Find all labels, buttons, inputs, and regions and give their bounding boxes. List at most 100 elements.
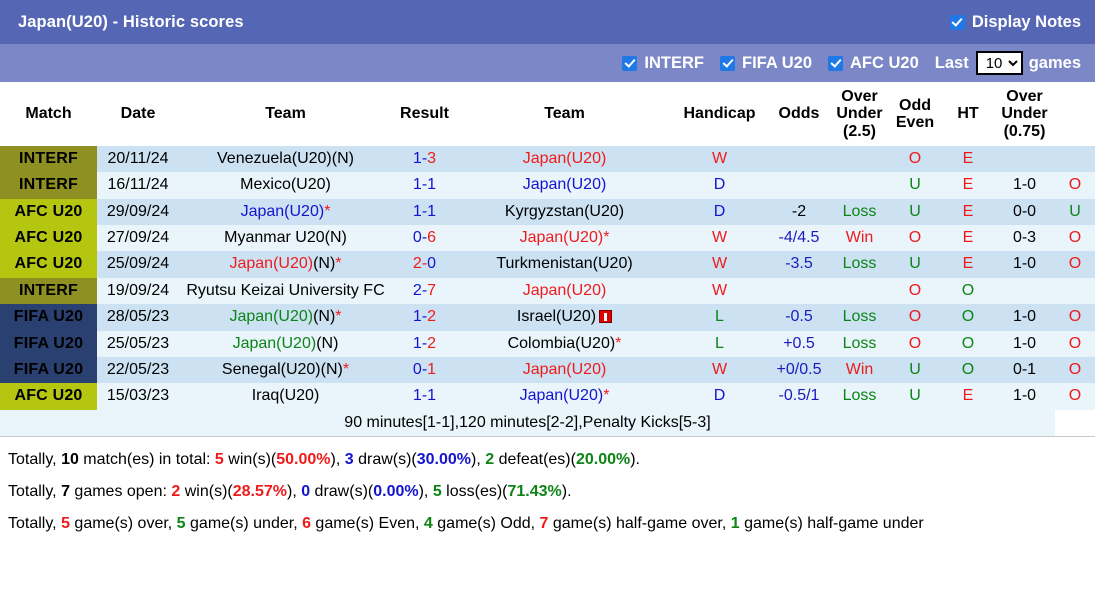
competition-badge[interactable]: AFC U20 bbox=[0, 251, 97, 278]
away-team[interactable]: Japan(U20)* bbox=[520, 229, 610, 246]
home-team-venue-suffix: (N) bbox=[313, 308, 336, 326]
filter-afc-u20-checkbox[interactable] bbox=[828, 55, 844, 71]
half-time-score-value: 1-0 bbox=[1012, 387, 1037, 405]
competition-badge[interactable]: INTERF bbox=[0, 172, 97, 199]
away-team-cell[interactable]: Japan(U20) bbox=[457, 172, 672, 199]
over-under-25-value: O bbox=[908, 308, 922, 326]
score-cell[interactable]: 1-1 bbox=[392, 383, 457, 410]
result-indicator-value: L bbox=[715, 334, 724, 352]
filter-fifa-u20[interactable]: FIFA U20 bbox=[720, 54, 812, 73]
away-team-cell[interactable]: Japan(U20) bbox=[457, 356, 672, 384]
away-team[interactable]: Israel(U20) bbox=[517, 308, 613, 325]
away-team[interactable]: Japan(U20) bbox=[523, 282, 607, 299]
competition-badge[interactable]: AFC U20 bbox=[0, 224, 97, 252]
table-row[interactable]: AFC U20 27/09/24 Myanmar U20(N) 0-6 Japan(U2… bbox=[0, 224, 1095, 252]
home-team-cell[interactable]: Senegal(U20)(N)* bbox=[179, 356, 392, 384]
home-team-cell[interactable]: Myanmar U20(N) bbox=[179, 224, 392, 252]
home-team[interactable]: Japan(U20)* bbox=[241, 203, 331, 220]
display-notes-control[interactable]: Display Notes bbox=[949, 13, 1081, 32]
table-row[interactable]: AFC U20 25/09/24 Japan(U20)(N)* 2-0 Turkmeni… bbox=[0, 251, 1095, 278]
score-cell[interactable]: 0-1 bbox=[392, 356, 457, 384]
home-team[interactable]: Japan(U20)(N)* bbox=[229, 308, 341, 325]
away-team-cell[interactable]: Colombia(U20)* bbox=[457, 330, 672, 357]
home-team[interactable]: Ryutsu Keizai University FC bbox=[186, 282, 384, 299]
col-handicap[interactable]: Handicap bbox=[672, 82, 767, 146]
filter-interf[interactable]: INTERF bbox=[622, 54, 704, 73]
away-team[interactable]: Kyrgyzstan(U20) bbox=[505, 203, 624, 220]
score-cell[interactable]: 2-0 bbox=[392, 251, 457, 278]
home-team-name: Mexico(U20) bbox=[240, 176, 331, 194]
table-row[interactable]: INTERF 16/11/24 Mexico(U20) 1-1 Japan(U20) D U… bbox=[0, 172, 1095, 199]
odd-even-value: E bbox=[962, 176, 974, 194]
table-row[interactable]: INTERF 20/11/24 Venezuela(U20)(N) 1-3 Japan(… bbox=[0, 145, 1095, 173]
home-team[interactable]: Iraq(U20) bbox=[252, 387, 320, 404]
score-cell[interactable]: 1-3 bbox=[392, 145, 457, 173]
score-cell[interactable]: 1-2 bbox=[392, 330, 457, 357]
score-cell[interactable]: 1-2 bbox=[392, 304, 457, 331]
result-indicator: D bbox=[672, 172, 767, 199]
col-odds[interactable]: Odds bbox=[767, 82, 831, 146]
table-row[interactable]: FIFA U20 28/05/23 Japan(U20)(N)* 1-2 Israel(… bbox=[0, 304, 1095, 331]
score-cell[interactable]: 1-1 bbox=[392, 172, 457, 199]
competition-badge[interactable]: FIFA U20 bbox=[0, 356, 97, 384]
home-team-cell[interactable]: Iraq(U20) bbox=[179, 383, 392, 410]
away-team[interactable]: Turkmenistan(U20) bbox=[496, 255, 632, 272]
col-odd-even[interactable]: Odd Even bbox=[888, 82, 942, 146]
away-team-cell[interactable]: Turkmenistan(U20) bbox=[457, 251, 672, 278]
home-team[interactable]: Venezuela(U20)(N) bbox=[217, 150, 354, 167]
away-team-cell[interactable]: Japan(U20)* bbox=[457, 383, 672, 410]
away-team-cell[interactable]: Japan(U20)* bbox=[457, 224, 672, 252]
home-team-cell[interactable]: Ryutsu Keizai University FC bbox=[179, 277, 392, 305]
away-team[interactable]: Japan(U20) bbox=[523, 176, 607, 193]
away-team[interactable]: Japan(U20) bbox=[523, 361, 607, 378]
display-notes-checkbox[interactable] bbox=[949, 14, 965, 30]
competition-badge[interactable]: AFC U20 bbox=[0, 383, 97, 410]
col-date[interactable]: Date bbox=[97, 82, 179, 146]
away-team-cell[interactable]: Japan(U20) bbox=[457, 145, 672, 173]
competition-badge[interactable]: AFC U20 bbox=[0, 198, 97, 225]
table-row[interactable]: FIFA U20 25/05/23 Japan(U20)(N) 1-2 Colombia… bbox=[0, 330, 1095, 357]
col-result[interactable]: Result bbox=[392, 82, 457, 146]
col-ht[interactable]: HT bbox=[942, 82, 994, 146]
competition-badge[interactable]: INTERF bbox=[0, 277, 97, 305]
filter-fifa-u20-checkbox[interactable] bbox=[720, 55, 736, 71]
away-team-cell[interactable]: Kyrgyzstan(U20) bbox=[457, 198, 672, 225]
home-team-cell[interactable]: Venezuela(U20)(N) bbox=[179, 145, 392, 173]
home-team[interactable]: Mexico(U20) bbox=[240, 176, 331, 193]
competition-badge[interactable]: FIFA U20 bbox=[0, 330, 97, 357]
away-team[interactable]: Japan(U20) bbox=[523, 150, 607, 167]
col-match[interactable]: Match bbox=[0, 82, 97, 146]
table-row[interactable]: AFC U20 15/03/23 Iraq(U20) 1-1 Japan(U20)* D -… bbox=[0, 383, 1095, 410]
col-over-under-075[interactable]: Over Under (0.75) bbox=[994, 82, 1055, 146]
match-date: 19/09/24 bbox=[97, 277, 179, 305]
away-team-cell[interactable]: Japan(U20) bbox=[457, 277, 672, 305]
home-team-cell[interactable]: Japan(U20)* bbox=[179, 198, 392, 225]
home-team-cell[interactable]: Japan(U20)(N)* bbox=[179, 251, 392, 278]
away-team[interactable]: Colombia(U20)* bbox=[508, 335, 622, 352]
result-indicator-value: W bbox=[711, 360, 728, 378]
col-away-team[interactable]: Team bbox=[457, 82, 672, 146]
table-row[interactable]: AFC U20 29/09/24 Japan(U20)* 1-1 Kyrgyzstan(… bbox=[0, 198, 1095, 225]
score-cell[interactable]: 2-7 bbox=[392, 277, 457, 305]
home-team[interactable]: Japan(U20)(N)* bbox=[229, 255, 341, 272]
filter-interf-checkbox[interactable] bbox=[622, 55, 638, 71]
score-cell[interactable]: 0-6 bbox=[392, 224, 457, 252]
home-team-cell[interactable]: Mexico(U20) bbox=[179, 172, 392, 199]
score-cell[interactable]: 1-1 bbox=[392, 198, 457, 225]
table-row[interactable]: INTERF 19/09/24 Ryutsu Keizai University F… bbox=[0, 277, 1095, 305]
competition-badge[interactable]: FIFA U20 bbox=[0, 304, 97, 331]
home-team[interactable]: Myanmar U20(N) bbox=[224, 229, 347, 246]
away-team-cell[interactable]: Israel(U20) bbox=[457, 304, 672, 331]
home-team[interactable]: Japan(U20)(N) bbox=[233, 335, 339, 352]
competition-badge[interactable]: INTERF bbox=[0, 145, 97, 173]
home-team[interactable]: Senegal(U20)(N)* bbox=[222, 361, 349, 378]
half-time-score-value: 0-0 bbox=[1012, 202, 1037, 220]
home-team-cell[interactable]: Japan(U20)(N)* bbox=[179, 304, 392, 331]
games-count-select[interactable]: 5102030 bbox=[975, 51, 1023, 75]
home-team-cell[interactable]: Japan(U20)(N) bbox=[179, 330, 392, 357]
table-row[interactable]: FIFA U20 22/05/23 Senegal(U20)(N)* 0-1 Japan… bbox=[0, 356, 1095, 384]
col-home-team[interactable]: Team bbox=[179, 82, 392, 146]
filter-afc-u20[interactable]: AFC U20 bbox=[828, 54, 919, 73]
col-over-under-25[interactable]: Over Under (2.5) bbox=[831, 82, 888, 146]
away-team[interactable]: Japan(U20)* bbox=[520, 387, 610, 404]
